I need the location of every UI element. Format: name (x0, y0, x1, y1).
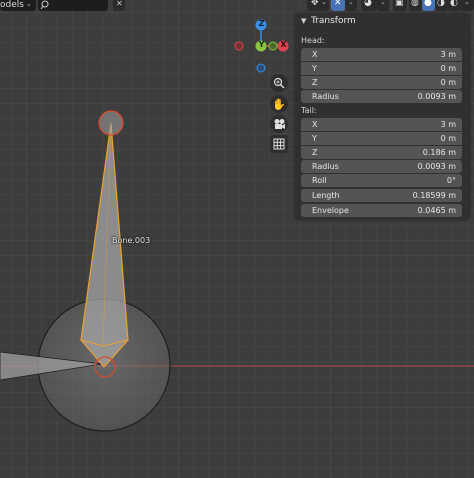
solid-sphere-icon: ● (424, 0, 432, 8)
head-section-label: Head: (301, 36, 325, 45)
shading-solid[interactable]: ● (422, 0, 435, 11)
head-y-field[interactable]: Y 0 m (301, 62, 462, 75)
envelope-field[interactable]: Envelope 0.0465 m (301, 204, 462, 217)
field-label: X (312, 120, 318, 129)
field-label: Radius (312, 162, 339, 171)
gizmo-toggle-icon: ✥ (311, 0, 319, 8)
field-label: Z (312, 148, 318, 157)
xray-icon: ▣ (395, 0, 404, 8)
tail-x-field[interactable]: X 3 m (301, 118, 462, 131)
close-button[interactable]: ✕ (113, 0, 125, 11)
field-label: Radius (312, 92, 339, 101)
camera-icon (274, 119, 285, 129)
field-value: 3 m (440, 50, 456, 59)
gizmo-dropdown[interactable]: ⌄ (345, 0, 357, 11)
camera-view-button[interactable] (270, 115, 288, 133)
gizmo-neg-y (268, 41, 278, 51)
field-value: 0.18599 m (412, 191, 456, 200)
field-label: Z (312, 78, 318, 87)
viewport-gizmo-button[interactable]: ✕ (331, 0, 345, 11)
head-x-field[interactable]: X 3 m (301, 48, 462, 61)
field-label: Y (312, 64, 317, 73)
chevron-down-icon: ⌄ (321, 0, 327, 6)
chevron-down-icon: ⌄ (26, 0, 32, 8)
head-radius-field[interactable]: Radius 0.0093 m (301, 90, 462, 103)
zoom-button[interactable] (270, 74, 288, 92)
transform-panel-title: Transform (311, 16, 356, 26)
gizmo-x-label: X (280, 40, 287, 49)
object-gizmo-toggle[interactable]: ✥ ⌄ (307, 0, 329, 11)
field-value: 0.0465 m (417, 206, 456, 215)
tail-radius-field[interactable]: Radius 0.0093 m (301, 160, 462, 173)
roll-field[interactable]: Roll 0° (301, 174, 462, 187)
wireframe-icon: ◍ (411, 0, 419, 8)
field-label: Roll (312, 176, 327, 185)
head-z-field[interactable]: Z 0 m (301, 76, 462, 89)
rendered-sphere-icon: ◐ (450, 0, 458, 8)
tail-z-field[interactable]: Z 0.186 m (301, 146, 462, 159)
ortho-toggle-button[interactable] (270, 135, 288, 153)
xray-toggle[interactable]: ▣ (393, 0, 407, 11)
mode-dropdown[interactable]: odels ⌄ (0, 0, 36, 11)
overlays-icon: ◕ (364, 0, 372, 8)
gizmo-y-label: Y (258, 40, 265, 49)
chevron-down-icon: ⌄ (380, 0, 386, 6)
field-value: 0.186 m (422, 148, 456, 157)
search-icon (40, 0, 49, 10)
gizmo-icon: ✕ (334, 0, 342, 8)
field-value: 0 m (440, 78, 456, 87)
field-value: 0.0093 m (417, 162, 456, 171)
overlays-dropdown[interactable]: ⌄ (377, 0, 389, 11)
shading-rendered[interactable]: ◐ (448, 0, 461, 11)
gizmo-z-label: Z (258, 19, 265, 28)
field-value: 0° (446, 176, 456, 185)
tail-section-label: Tail: (301, 106, 317, 115)
field-label: X (312, 50, 318, 59)
gizmo-neg-x (234, 41, 244, 51)
bone-name-label: Bone.003 (112, 236, 151, 245)
zoom-icon (273, 77, 285, 89)
grid-icon (273, 138, 285, 150)
pan-button[interactable]: ✋ (270, 95, 288, 113)
length-field[interactable]: Length 0.18599 m (301, 189, 462, 202)
transform-panel-header[interactable]: ▼ Transform (295, 13, 470, 30)
overlays-button[interactable]: ◕ (361, 0, 377, 11)
field-value: 0 m (440, 64, 456, 73)
field-label: Length (312, 191, 340, 200)
field-value: 3 m (440, 120, 456, 129)
field-value: 0 m (440, 134, 456, 143)
mode-label: odels (0, 0, 24, 10)
close-icon: ✕ (116, 0, 123, 8)
field-label: Y (312, 134, 317, 143)
field-value: 0.0093 m (417, 92, 456, 101)
shading-wireframe[interactable]: ◍ (409, 0, 422, 11)
shading-material[interactable]: ◑ (435, 0, 448, 11)
hand-icon: ✋ (272, 97, 286, 111)
chevron-down-icon: ⌄ (464, 0, 470, 6)
field-label: Envelope (312, 206, 349, 215)
bone-tail-joint (98, 110, 124, 136)
gizmo-neg-z (256, 63, 266, 73)
collapse-arrow-icon: ▼ (301, 17, 307, 25)
transform-panel: ▼ Transform Head: X 3 m Y 0 m Z 0 m Radi… (295, 13, 470, 220)
shading-dropdown[interactable]: ⌄ (461, 0, 474, 11)
tail-y-field[interactable]: Y 0 m (301, 132, 462, 145)
search-field[interactable] (38, 0, 108, 11)
chevron-down-icon: ⌄ (348, 0, 354, 6)
material-sphere-icon: ◑ (437, 0, 445, 8)
